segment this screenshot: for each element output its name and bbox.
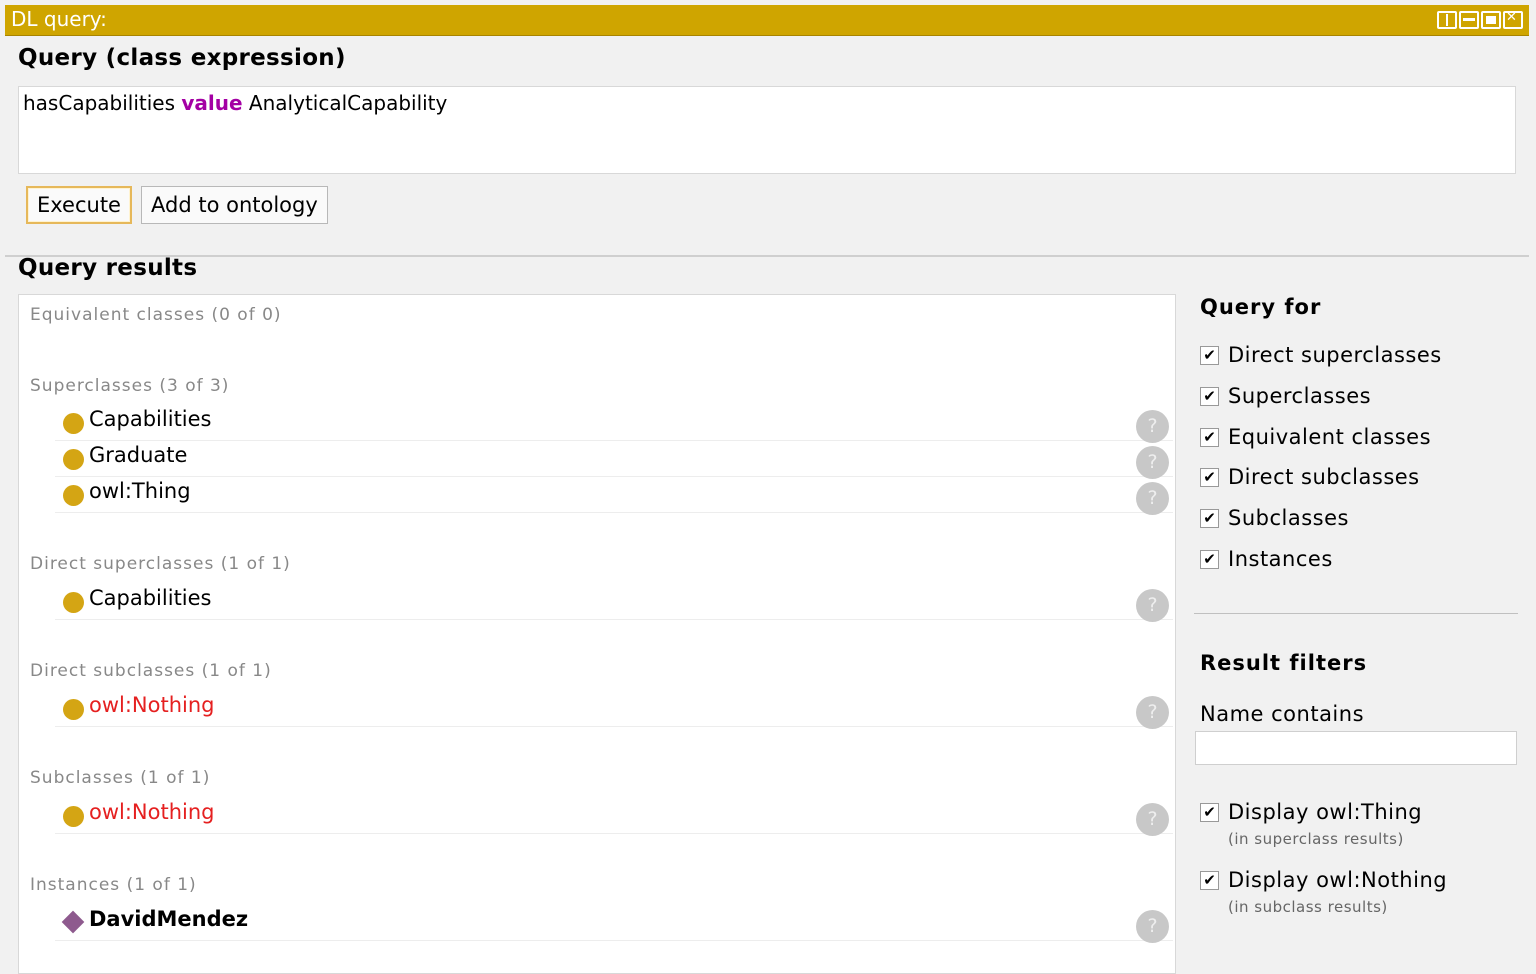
panel-divider [1194, 613, 1518, 614]
class-icon [63, 592, 84, 613]
result-row[interactable]: owl:Nothing ? [55, 691, 1173, 729]
result-row[interactable]: owl:Nothing ? [55, 798, 1173, 836]
expression-part: hasCapabilities [23, 91, 182, 115]
query-for-heading: Query for [1200, 295, 1322, 319]
view-title-bar: DL query: [5, 5, 1529, 36]
class-expression-editor[interactable]: hasCapabilities value AnalyticalCapabili… [18, 86, 1516, 174]
result-name: Graduate [89, 443, 188, 467]
checkbox-label: Display owl:Thing [1228, 800, 1423, 824]
class-icon [63, 413, 84, 434]
help-icon[interactable]: ? [1136, 910, 1169, 943]
expression-keyword: value [181, 91, 243, 115]
result-row[interactable]: Capabilities ? [55, 584, 1173, 622]
individual-icon [61, 910, 85, 934]
help-icon[interactable]: ? [1136, 803, 1169, 836]
name-contains-input[interactable] [1195, 731, 1517, 765]
checkbox-note: (in superclass results) [1228, 830, 1404, 848]
result-filters-heading: Result filters [1200, 651, 1368, 675]
help-icon[interactable]: ? [1136, 410, 1169, 443]
section-label-superclasses: Superclasses (3 of 3) [30, 376, 230, 396]
checkbox-note: (in subclass results) [1228, 898, 1388, 916]
checkmark-icon[interactable]: ✔ [1200, 803, 1219, 822]
result-name: owl:Nothing [89, 693, 215, 717]
checkbox-label: Direct superclasses [1228, 343, 1442, 367]
checkmark-icon[interactable]: ✔ [1200, 550, 1219, 569]
section-label-instances: Instances (1 of 1) [30, 875, 197, 895]
view-window-controls [1437, 10, 1523, 29]
section-divider [5, 255, 1529, 257]
result-name: owl:Nothing [89, 800, 215, 824]
class-icon [63, 449, 84, 470]
result-name: Capabilities [89, 407, 212, 431]
expression-part: AnalyticalCapability [242, 91, 448, 115]
section-label-subclasses: Subclasses (1 of 1) [30, 768, 211, 788]
checkbox-label: Direct subclasses [1228, 465, 1420, 489]
minimize-view-icon[interactable] [1459, 11, 1479, 29]
help-icon[interactable]: ? [1136, 482, 1169, 515]
execute-button[interactable]: Execute [26, 186, 132, 224]
result-name: owl:Thing [89, 479, 191, 503]
checkmark-icon[interactable]: ✔ [1200, 387, 1219, 406]
result-row[interactable]: owl:Thing ? [55, 477, 1173, 515]
section-label-equivalent-classes: Equivalent classes (0 of 0) [30, 305, 282, 325]
result-row[interactable]: Capabilities ? [55, 405, 1173, 443]
split-view-icon[interactable] [1437, 11, 1457, 29]
section-label-direct-superclasses: Direct superclasses (1 of 1) [30, 554, 291, 574]
checkbox-label: Equivalent classes [1228, 425, 1432, 449]
result-row[interactable]: Graduate ? [55, 441, 1173, 479]
checkbox-label: Instances [1228, 547, 1333, 571]
result-name: Capabilities [89, 586, 212, 610]
add-to-ontology-button[interactable]: Add to ontology [141, 186, 328, 224]
class-icon [63, 699, 84, 720]
results-list: Equivalent classes (0 of 0) Superclasses… [18, 294, 1176, 974]
view-title: DL query: [11, 7, 107, 31]
query-heading: Query (class expression) [18, 45, 346, 71]
checkmark-icon[interactable]: ✔ [1200, 346, 1219, 365]
help-icon[interactable]: ? [1136, 696, 1169, 729]
section-label-direct-subclasses: Direct subclasses (1 of 1) [30, 661, 272, 681]
result-row[interactable]: DavidMendez ? [55, 905, 1173, 943]
maximize-view-icon[interactable] [1481, 11, 1501, 29]
checkmark-icon[interactable]: ✔ [1200, 428, 1219, 447]
help-icon[interactable]: ? [1136, 589, 1169, 622]
result-name: DavidMendez [89, 907, 249, 931]
class-icon [63, 485, 84, 506]
checkbox-label: Superclasses [1228, 384, 1372, 408]
class-icon [63, 806, 84, 827]
checkmark-icon[interactable]: ✔ [1200, 468, 1219, 487]
checkbox-label: Display owl:Nothing [1228, 868, 1448, 892]
close-view-icon[interactable] [1503, 10, 1523, 29]
help-icon[interactable]: ? [1136, 446, 1169, 479]
checkmark-icon[interactable]: ✔ [1200, 509, 1219, 528]
name-contains-label: Name contains [1200, 702, 1365, 726]
checkbox-label: Subclasses [1228, 506, 1349, 530]
checkmark-icon[interactable]: ✔ [1200, 871, 1219, 890]
results-heading: Query results [18, 255, 198, 281]
